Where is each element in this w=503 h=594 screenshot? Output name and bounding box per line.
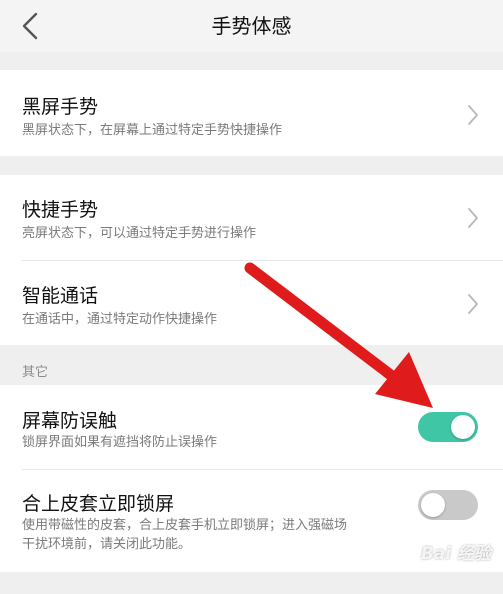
section-label-other: 其它: [22, 365, 49, 380]
card-black-screen: 黑屏手势 黑屏状态下，在屏幕上通过特定手势快捷操作: [0, 70, 503, 156]
cover-lock-toggle[interactable]: [418, 490, 478, 520]
row-subtitle: 亮屏状态下，可以通过特定手势进行操作: [22, 226, 257, 241]
row-title: 屏幕防误触: [22, 410, 118, 432]
chevron-right-icon: [468, 105, 478, 125]
row-subtitle: 黑屏状态下，在屏幕上通过特定手势快捷操作: [22, 123, 283, 138]
row-title: 合上皮套立即锁屏: [22, 493, 175, 515]
setting-row-screen-mistouch: 屏幕防误触 锁屏界面如果有遮挡将防止误操作: [0, 385, 503, 469]
toggle-knob: [421, 493, 445, 517]
row-subtitle-line1: 使用带磁性的皮套，合上皮套手机立即锁屏；进入强磁场: [22, 518, 348, 533]
top-bar: 手势体感: [0, 0, 503, 52]
setting-row-smart-call[interactable]: 智能通话 在通话中，通过特定动作快捷操作: [0, 261, 503, 345]
card-gestures: 快捷手势 亮屏状态下，可以通过特定手势进行操作 智能通话 在通话中，通过特定动作…: [0, 175, 503, 345]
watermark: Bai 经验: [420, 544, 491, 564]
row-title: 智能通话: [22, 285, 99, 307]
row-title: 黑屏手势: [22, 96, 99, 118]
mistouch-toggle[interactable]: [418, 412, 478, 442]
setting-row-quick-gesture[interactable]: 快捷手势 亮屏状态下，可以通过特定手势进行操作: [0, 175, 503, 260]
chevron-right-icon: [468, 208, 478, 228]
row-subtitle: 在通话中，通过特定动作快捷操作: [22, 312, 218, 327]
row-subtitle: 锁屏界面如果有遮挡将防止误操作: [22, 435, 218, 450]
chevron-right-icon: [468, 294, 478, 314]
setting-row-black-screen-gesture[interactable]: 黑屏手势 黑屏状态下，在屏幕上通过特定手势快捷操作: [0, 70, 503, 156]
toggle-knob: [451, 415, 475, 439]
row-title: 快捷手势: [22, 199, 99, 221]
page-title: 手势体感: [211, 14, 292, 38]
row-subtitle-line2: 干扰环境前，请关闭此功能。: [22, 537, 192, 552]
